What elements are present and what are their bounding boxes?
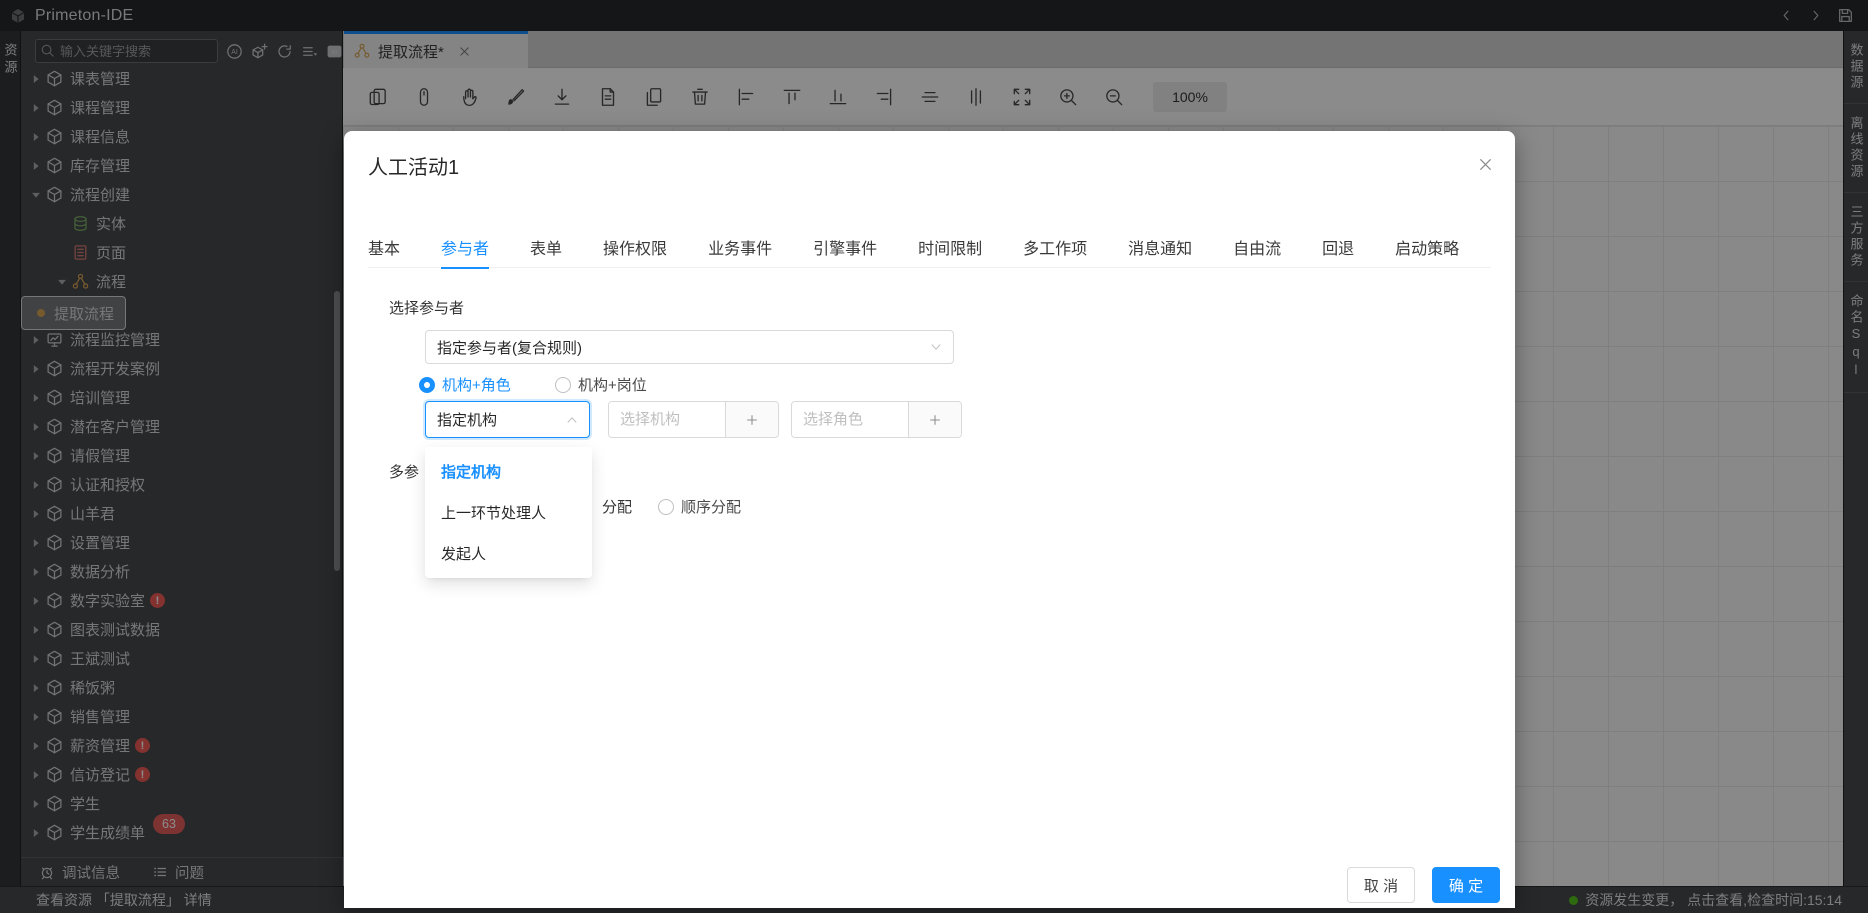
role-picker-group — [791, 401, 962, 438]
org-picker-add-button[interactable] — [725, 402, 778, 437]
org-rule-dropdown: 指定机构 上一环节处理人 发起人 — [425, 447, 592, 578]
cancel-button[interactable]: 取 消 — [1347, 867, 1415, 903]
chevron-up-icon — [565, 413, 579, 427]
dropdown-option[interactable]: 上一环节处理人 — [425, 492, 592, 533]
participant-rule-select[interactable]: 指定参与者(复合规则) — [425, 330, 954, 364]
tab-participants[interactable]: 参与者 — [441, 226, 489, 268]
section-label: 选择参与者 — [389, 297, 464, 318]
org-picker-group — [608, 401, 779, 438]
tab-form[interactable]: 表单 — [530, 226, 562, 268]
tab-basic[interactable]: 基本 — [368, 226, 400, 268]
dialog-tabs: 基本 参与者 表单 操作权限 业务事件 引擎事件 时间限制 多工作项 消息通知 … — [368, 226, 1491, 268]
dialog-title: 人工活动1 — [368, 151, 459, 180]
chevron-down-icon — [929, 340, 943, 354]
activity-config-dialog: 人工活动1 基本 参与者 表单 操作权限 业务事件 引擎事件 时间限制 多工作项… — [344, 131, 1515, 908]
org-picker-input[interactable] — [609, 402, 725, 437]
radio-unselected-icon — [658, 499, 674, 515]
primeton-ide-window: Primeton-IDE 资源 课表管理 课程管理 — [0, 0, 1868, 913]
tab-multi-workitem[interactable]: 多工作项 — [1023, 226, 1087, 268]
close-icon[interactable] — [1477, 156, 1494, 173]
radio-sequential-assign[interactable]: 顺序分配 — [658, 496, 741, 517]
confirm-button[interactable]: 确 定 — [1432, 867, 1500, 903]
dropdown-option-selected[interactable]: 指定机构 — [425, 451, 592, 492]
radio-unselected-icon — [555, 377, 571, 393]
org-rule-select[interactable]: 指定机构 — [425, 401, 590, 438]
tab-operation-permission[interactable]: 操作权限 — [603, 226, 667, 268]
obscured-label: 多参 — [389, 461, 419, 482]
tab-engine-events[interactable]: 引擎事件 — [813, 226, 877, 268]
tab-message-notify[interactable]: 消息通知 — [1128, 226, 1192, 268]
plus-icon — [745, 413, 759, 427]
tab-business-events[interactable]: 业务事件 — [708, 226, 772, 268]
tab-rollback[interactable]: 回退 — [1322, 226, 1354, 268]
role-picker-input[interactable] — [792, 402, 908, 437]
radio-selected-icon — [419, 377, 435, 393]
radio-org-post[interactable]: 机构+岗位 — [555, 374, 647, 395]
tab-start-strategy[interactable]: 启动策略 — [1395, 226, 1459, 268]
tab-time-limit[interactable]: 时间限制 — [918, 226, 982, 268]
obscured-radio-label: 分配 — [602, 496, 632, 517]
tab-free-flow[interactable]: 自由流 — [1233, 226, 1281, 268]
radio-org-role[interactable]: 机构+角色 — [419, 374, 511, 395]
role-picker-add-button[interactable] — [908, 402, 961, 437]
dropdown-option[interactable]: 发起人 — [425, 533, 592, 574]
plus-icon — [928, 413, 942, 427]
